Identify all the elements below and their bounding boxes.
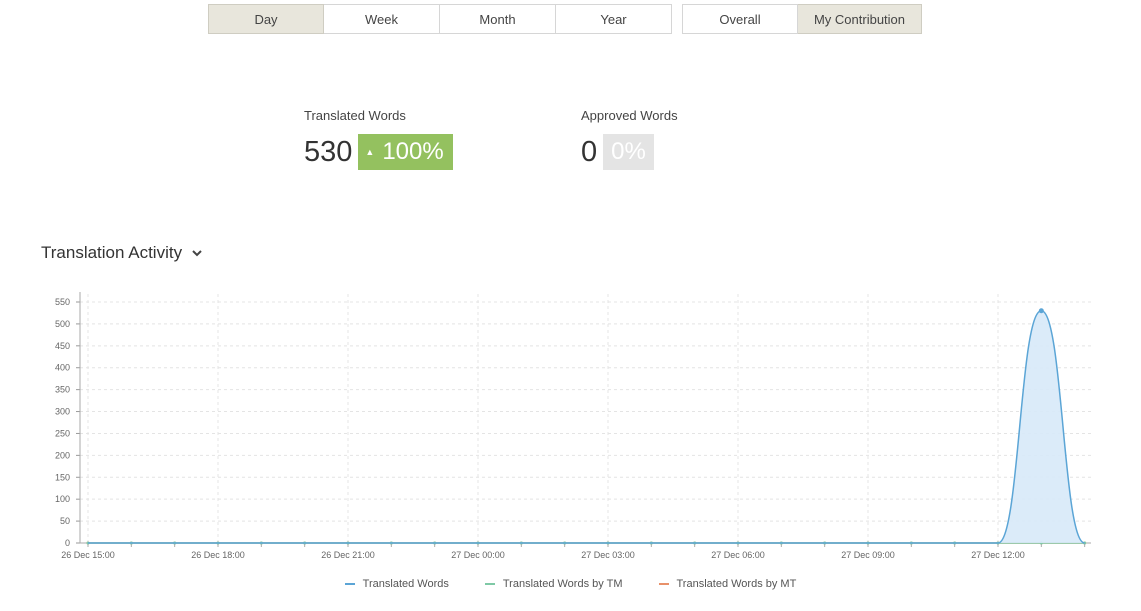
approved-words-label: Approved Words xyxy=(581,108,678,123)
x-tick-label: 26 Dec 18:00 xyxy=(191,550,245,560)
y-tick-label: 200 xyxy=(55,450,70,460)
my-contribution-button[interactable]: My Contribution xyxy=(798,4,922,34)
chart-legend: Translated Words Translated Words by TM Tr… xyxy=(0,578,1141,590)
x-tick-label: 27 Dec 03:00 xyxy=(581,550,635,560)
legend-label: Translated Words by MT xyxy=(676,578,797,590)
translation-activity-toggle[interactable]: Translation Activity xyxy=(41,243,203,263)
x-tick-label: 26 Dec 21:00 xyxy=(321,550,375,560)
legend-swatch xyxy=(484,583,495,585)
translated-change-value: 100% xyxy=(382,138,444,165)
y-tick-label: 550 xyxy=(55,297,70,307)
y-tick-label: 300 xyxy=(55,407,70,417)
approved-change-badge: 0% xyxy=(603,134,654,170)
x-tick-label: 27 Dec 09:00 xyxy=(841,550,895,560)
scope-selector: Overall My Contribution xyxy=(682,4,922,34)
x-tick-label: 27 Dec 00:00 xyxy=(451,550,505,560)
y-tick-label: 150 xyxy=(55,472,70,482)
y-tick-label: 0 xyxy=(65,538,70,548)
approved-words-value: 0 xyxy=(581,136,598,168)
translated-words-stat: Translated Words 530 ▲ 100% xyxy=(304,108,453,170)
legend-item[interactable]: Translated Words xyxy=(344,578,449,590)
x-tick-label: 27 Dec 12:00 xyxy=(971,550,1025,560)
y-tick-label: 500 xyxy=(55,319,70,329)
translation-activity-chart: 0 50 100 150 200 250 300 350 400 450 500 550 26 Dec … xyxy=(55,292,1091,560)
approved-words-stat: Approved Words 0 0% xyxy=(581,108,678,170)
y-tick-label: 100 xyxy=(55,494,70,504)
approved-change-value: 0% xyxy=(611,138,646,165)
y-tick-label: 400 xyxy=(55,363,70,373)
trend-up-icon: ▲ xyxy=(365,147,375,157)
data-point-translated-words xyxy=(1038,308,1044,314)
legend-swatch xyxy=(344,583,355,585)
day-button[interactable]: Day xyxy=(208,4,324,34)
translated-change-badge: ▲ 100% xyxy=(358,134,453,170)
month-button[interactable]: Month xyxy=(440,4,556,34)
legend-item[interactable]: Translated Words by MT xyxy=(658,578,797,590)
y-tick-label: 50 xyxy=(60,516,70,526)
week-button[interactable]: Week xyxy=(324,4,440,34)
legend-swatch xyxy=(658,583,669,585)
y-tick-label: 350 xyxy=(55,385,70,395)
year-button[interactable]: Year xyxy=(556,4,672,34)
translated-words-label: Translated Words xyxy=(304,108,406,123)
period-selector: Day Week Month Year xyxy=(208,4,672,34)
y-tick-label: 250 xyxy=(55,428,70,438)
section-title: Translation Activity xyxy=(41,243,183,262)
overall-button[interactable]: Overall xyxy=(682,4,798,34)
chevron-down-icon xyxy=(192,250,202,257)
x-tick-label: 26 Dec 15:00 xyxy=(61,550,115,560)
legend-item[interactable]: Translated Words by TM xyxy=(484,578,623,590)
legend-label: Translated Words xyxy=(362,578,449,590)
y-tick-label: 450 xyxy=(55,341,70,351)
translated-words-value: 530 xyxy=(304,136,353,168)
x-tick-label: 27 Dec 06:00 xyxy=(711,550,765,560)
legend-label: Translated Words by TM xyxy=(502,578,623,590)
